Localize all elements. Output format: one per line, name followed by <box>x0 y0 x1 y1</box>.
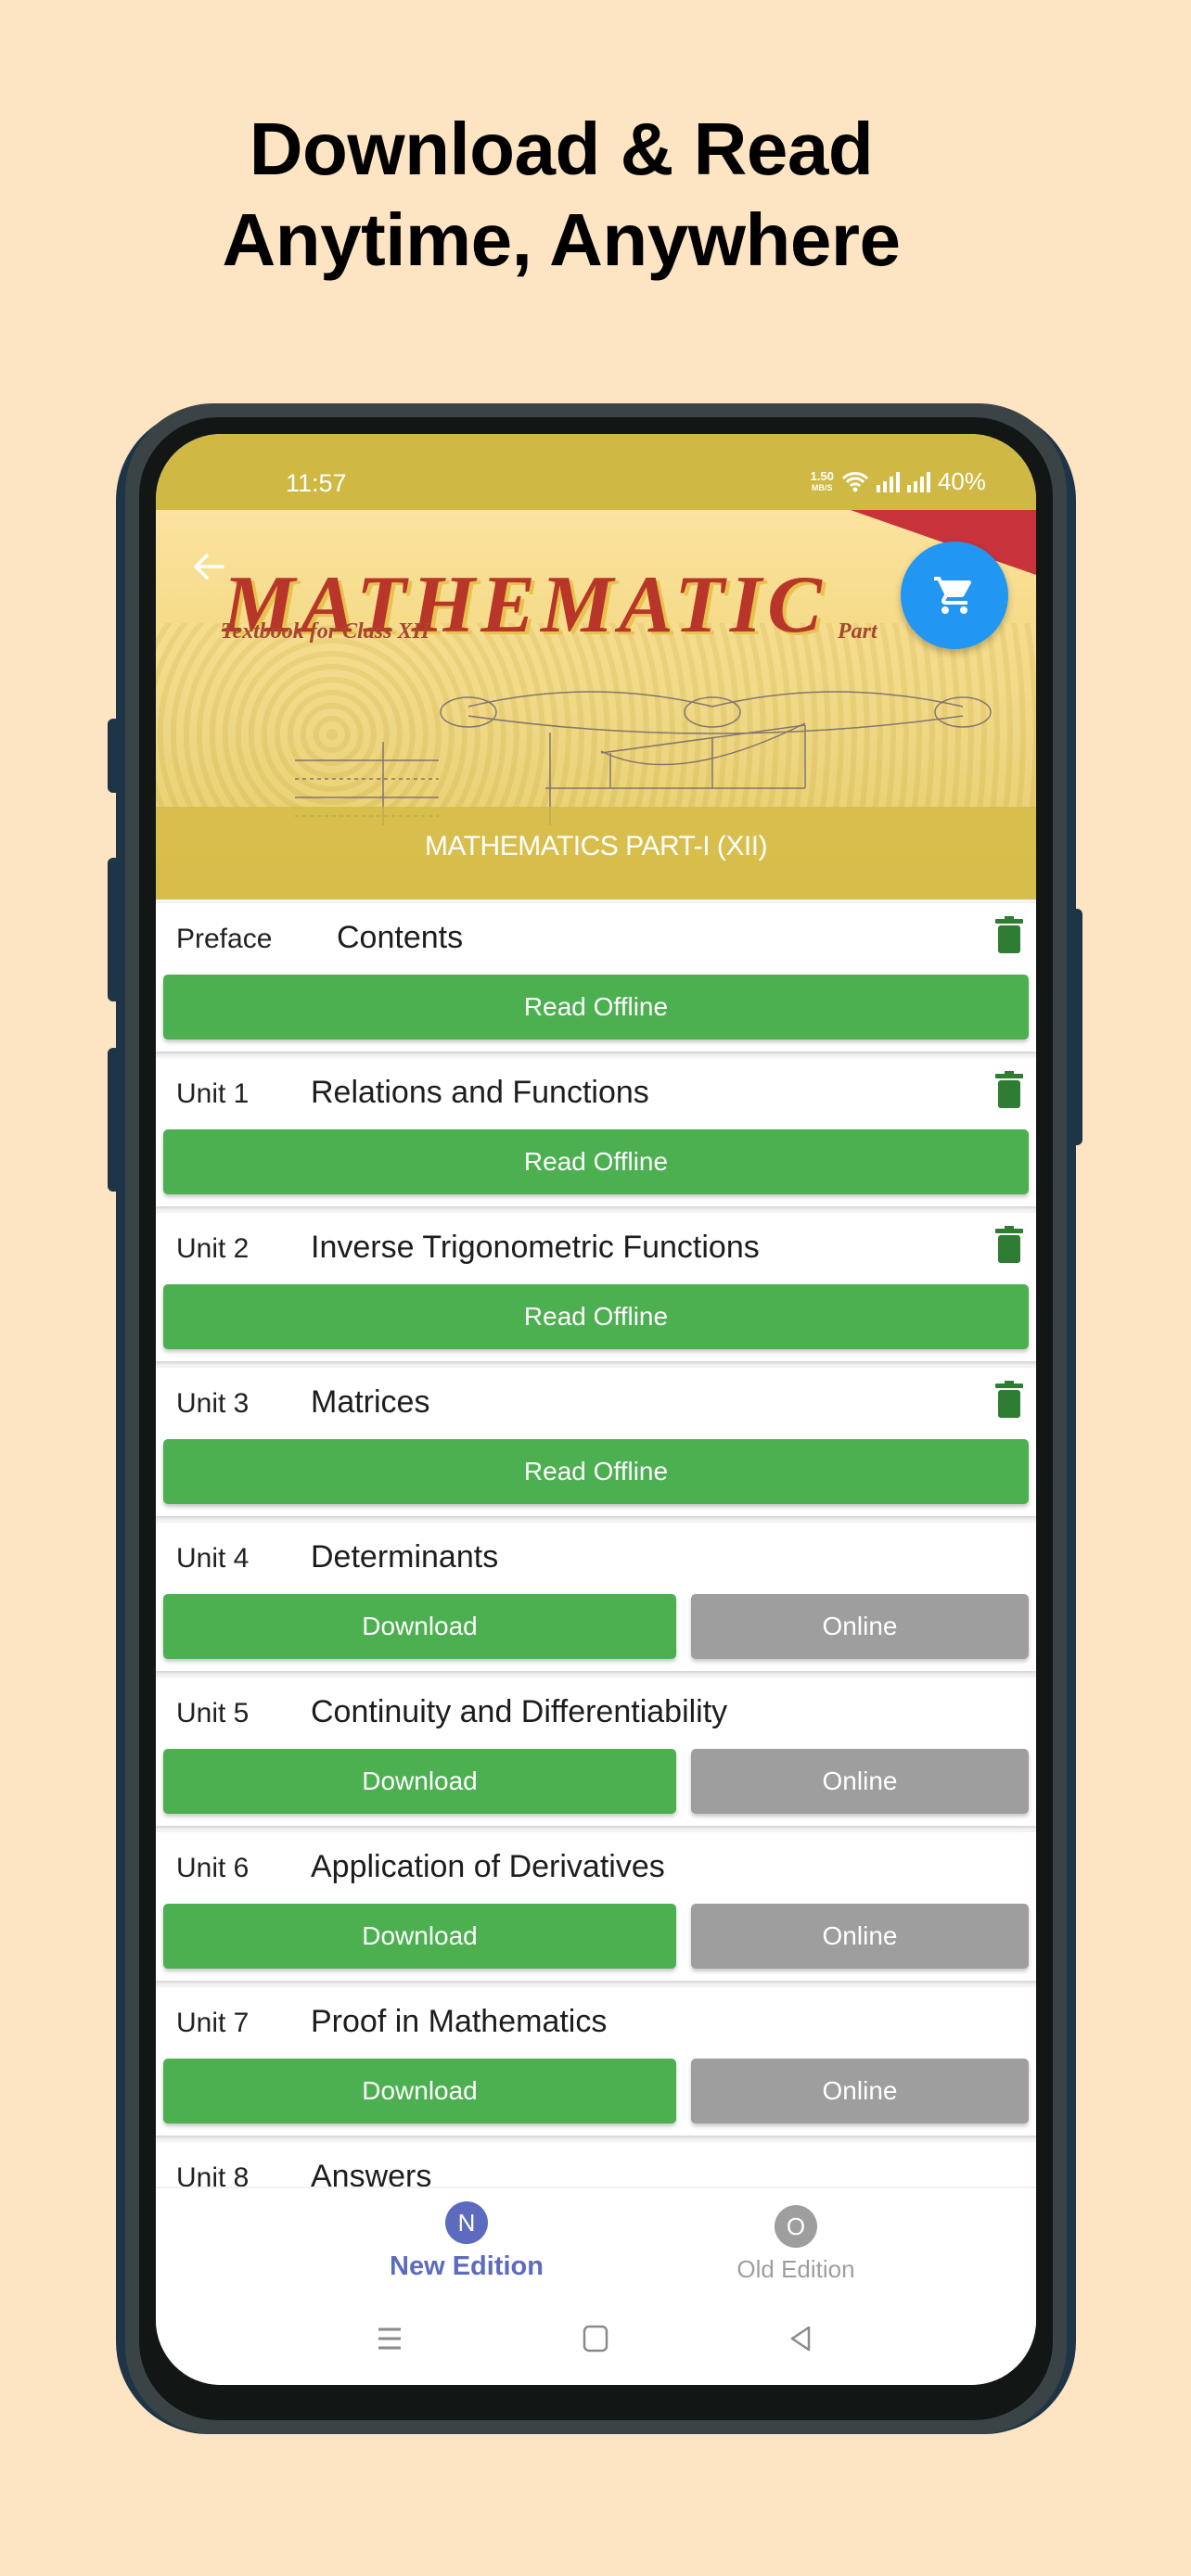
cart-button[interactable] <box>901 542 1008 649</box>
recents-button[interactable] <box>362 2311 417 2366</box>
old-edition-badge-icon: O <box>775 2205 817 2248</box>
chapter-unit: Unit 2 <box>176 1233 250 1264</box>
signal-icon <box>906 471 930 492</box>
new-edition-badge-icon: N <box>445 2201 488 2244</box>
phone-screen: 11:57 1.50 MB/S 40% MATHEMATIC Textbook … <box>156 434 1036 2385</box>
chapter-unit: Unit 3 <box>176 1388 250 1419</box>
chapter-unit: Unit 4 <box>176 1543 250 1574</box>
battery-level: 40% <box>937 467 986 495</box>
chapter-unit: Unit 1 <box>176 1078 250 1109</box>
chapter-row: Unit 7 Proof in Mathematics Download Onl… <box>156 1987 1036 2136</box>
chapter-title: Contents <box>337 920 464 955</box>
system-navigation-bar <box>156 2298 1036 2385</box>
home-button[interactable] <box>568 2311 623 2366</box>
network-speed: 1.50 MB/S <box>810 468 834 492</box>
trash-icon[interactable] <box>993 1071 1025 1108</box>
status-time: 11:57 <box>286 469 347 497</box>
chapter-title: Proof in Mathematics <box>311 2004 608 2039</box>
online-button[interactable]: Online <box>691 2059 1029 2123</box>
read-offline-button[interactable]: Read Offline <box>163 1129 1029 1194</box>
chapter-row: Unit 6 Application of Derivatives Downlo… <box>156 1832 1036 1981</box>
status-bar: 11:57 1.50 MB/S 40% <box>156 434 1036 510</box>
status-icons: 1.50 MB/S 40% <box>811 467 986 496</box>
chapter-unit: Unit 6 <box>176 1853 250 1883</box>
tab-label: New Edition <box>390 2251 544 2281</box>
chapter-row: Unit 1 Relations and Functions Read Offl… <box>156 1058 1036 1206</box>
chapter-row: Unit 4 Determinants Download Online <box>156 1523 1036 1671</box>
tab-old-edition[interactable]: O Old Edition <box>675 2205 916 2284</box>
promo-headline: Download & Read Anytime, Anywhere <box>0 104 1122 286</box>
arrow-left-icon <box>194 554 224 580</box>
chapter-row: Unit 5 Continuity and Differentiability … <box>156 1677 1036 1826</box>
recents-icon <box>378 2327 401 2350</box>
trash-icon[interactable] <box>993 916 1025 953</box>
chapter-title: Determinants <box>311 1539 499 1575</box>
read-offline-button[interactable]: Read Offline <box>163 1439 1029 1504</box>
chapter-row: Unit 3 Matrices Read Offline <box>156 1368 1036 1516</box>
headline-line-2: Anytime, Anywhere <box>222 198 901 281</box>
book-title: MATHEMATICS PART-I (XII) <box>424 831 768 861</box>
read-offline-button[interactable]: Read Offline <box>163 975 1029 1039</box>
chapter-title: Continuity and Differentiability <box>311 1694 728 1729</box>
tab-label: Old Edition <box>736 2255 855 2283</box>
book-cover-banner: MATHEMATIC Textbook for Class XII Part M… <box>156 510 1036 899</box>
trash-icon[interactable] <box>993 1226 1025 1263</box>
download-button[interactable]: Download <box>163 1594 676 1659</box>
online-button[interactable]: Online <box>691 1594 1029 1659</box>
wifi-icon <box>841 471 869 491</box>
download-button[interactable]: Download <box>163 2059 676 2123</box>
download-button[interactable]: Download <box>163 1904 676 1969</box>
chapter-unit: Unit 5 <box>176 1698 250 1728</box>
signal-icon <box>876 471 900 492</box>
home-icon <box>583 2325 608 2353</box>
chapter-title: Inverse Trigonometric Functions <box>311 1230 760 1265</box>
tab-new-edition[interactable]: N New Edition <box>346 2201 587 2282</box>
online-button[interactable]: Online <box>691 1749 1029 1814</box>
bottom-navigation: N New Edition O Old Edition <box>156 2187 1036 2298</box>
chapter-title: Relations and Functions <box>311 1075 649 1110</box>
chapter-title: Application of Derivatives <box>311 1849 665 1884</box>
back-triangle-icon <box>790 2326 811 2352</box>
trash-icon[interactable] <box>993 1381 1025 1418</box>
chapter-title: Matrices <box>311 1384 430 1420</box>
chapter-unit: Preface <box>176 924 273 954</box>
chapter-unit: Unit 7 <box>176 2008 250 2038</box>
chapter-row: Unit 2 Inverse Trigonometric Functions R… <box>156 1213 1036 1361</box>
back-button[interactable] <box>189 547 228 586</box>
online-button[interactable]: Online <box>691 1904 1029 1969</box>
headline-line-1: Download & Read <box>249 108 874 190</box>
shopping-cart-icon <box>934 577 972 614</box>
chapter-row: Preface Contents Read Offline <box>156 903 1036 1052</box>
chapter-list: Preface Contents Read Offline Unit 1 Rel… <box>156 903 1036 2232</box>
system-back-button[interactable] <box>773 2311 828 2366</box>
download-button[interactable]: Download <box>163 1749 676 1814</box>
read-offline-button[interactable]: Read Offline <box>163 1284 1029 1349</box>
